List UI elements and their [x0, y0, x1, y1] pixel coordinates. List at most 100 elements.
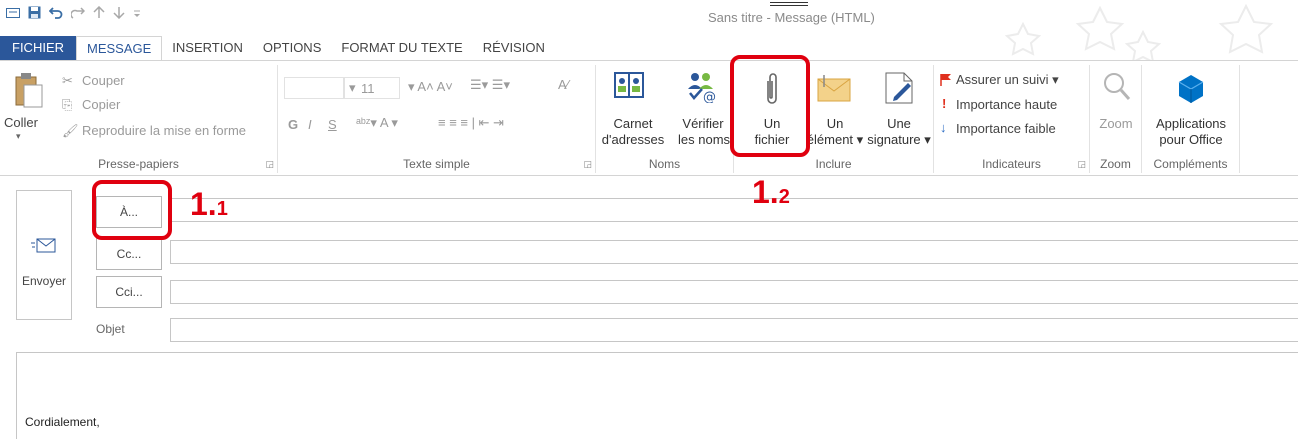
tags-group: Assurer un suivi ▾ ! Importance haute ↓ …	[934, 65, 1090, 173]
svg-text:@: @	[703, 90, 716, 103]
dialog-launcher-icon[interactable]: ◲	[265, 159, 274, 170]
bcc-field[interactable]	[170, 280, 1298, 304]
tags-group-label: Indicateurs	[982, 157, 1041, 171]
bold-button[interactable]: G	[288, 117, 298, 132]
body-signature: Cordialement,	[25, 415, 100, 429]
clipboard-group: Coller ▾ ✂ Couper ⎘ Copier 🖌 Reproduire …	[0, 65, 278, 173]
title-bar-grip	[770, 2, 808, 6]
cc-button[interactable]: Cc...	[96, 238, 162, 270]
clear-format-icon[interactable]: A⁄	[558, 77, 569, 92]
ribbon: Coller ▾ ✂ Couper ⎘ Copier 🖌 Reproduire …	[0, 55, 1298, 176]
copy-label: Copier	[82, 97, 121, 112]
include-group-label: Inclure	[815, 157, 852, 171]
send-label: Envoyer	[21, 274, 67, 288]
font-size-combobox[interactable]: ▾ 11	[344, 77, 400, 99]
check-names-icon: @	[688, 73, 716, 103]
cc-field[interactable]	[170, 240, 1298, 264]
quick-access-toolbar	[6, 5, 141, 23]
magnifier-icon	[1104, 73, 1131, 100]
up-icon[interactable]	[93, 5, 105, 23]
office-apps-button[interactable]: Applications pour Office	[1146, 67, 1236, 155]
undo-icon[interactable]	[48, 6, 63, 23]
dialog-launcher-icon[interactable]: ◲	[1077, 159, 1086, 170]
cut-label: Couper	[82, 73, 125, 88]
send-button[interactable]: Envoyer	[16, 190, 72, 320]
follow-up-label: Assurer un suivi ▾	[956, 72, 1059, 87]
redo-icon[interactable]	[70, 6, 86, 23]
italic-button[interactable]: I	[308, 117, 312, 132]
address-book-label-1: Carnet	[613, 116, 653, 131]
down-icon[interactable]	[113, 6, 125, 23]
signature-label-2: signature ▾	[867, 132, 931, 147]
zoom-group-label: Zoom	[1100, 157, 1131, 171]
attach-item-label-2: élément ▾	[806, 132, 864, 147]
tab-insertion[interactable]: INSERTION	[162, 36, 253, 61]
basic-text-group-label: Texte simple	[403, 157, 470, 171]
mail-icon[interactable]	[6, 7, 20, 23]
zoom-button-label: Zoom	[1099, 116, 1133, 131]
tab-message[interactable]: MESSAGE	[76, 36, 163, 61]
addins-group: Applications pour Office Compléments	[1142, 65, 1240, 173]
low-importance-label: Importance faible	[956, 121, 1056, 136]
annotation-box-to	[92, 180, 172, 240]
attach-item-label-1: Un	[826, 116, 844, 131]
tab-options[interactable]: OPTIONS	[253, 36, 332, 61]
copy-icon: ⎘	[62, 97, 73, 112]
annotation-box-attach-file	[730, 55, 810, 157]
annotation-step-main: 1.	[752, 174, 779, 210]
highlight-icon[interactable]: ᵃᵇᶻ▾ A ▾	[356, 115, 398, 131]
office-store-icon	[1178, 75, 1204, 103]
annotation-step-main: 1.	[190, 186, 217, 222]
chevron-down-icon: ▾	[16, 131, 21, 141]
title-bar: Sans titre - Message (HTML)	[0, 0, 1298, 60]
names-group-label: Noms	[648, 157, 681, 171]
tab-fichier[interactable]: FICHIER	[0, 36, 76, 61]
dialog-launcher-icon[interactable]: ◲	[583, 159, 592, 170]
bullets-icon[interactable]: ☰▾ ☰▾	[470, 77, 510, 93]
arrow-down-icon: ↓	[940, 120, 947, 135]
signature-button[interactable]: Une signature ▾	[866, 67, 932, 155]
attach-item-button[interactable]: Un élément ▾	[804, 67, 866, 155]
address-book-label-2: d'adresses	[601, 132, 665, 147]
bcc-button[interactable]: Cci...	[96, 276, 162, 308]
names-group: Carnet d'adresses @ Vérifier les noms No…	[596, 65, 734, 173]
annotation-step-1-1: 1.1	[190, 186, 228, 223]
save-icon[interactable]	[28, 6, 41, 23]
address-book-button[interactable]: Carnet d'adresses	[600, 67, 666, 155]
addins-group-label: Compléments	[1153, 157, 1228, 171]
check-names-button[interactable]: @ Vérifier les noms	[678, 67, 730, 155]
window-title: Sans titre - Message (HTML)	[708, 10, 875, 25]
send-mail-icon	[31, 238, 56, 253]
customize-icon[interactable]	[133, 6, 141, 23]
message-body[interactable]: Cordialement,	[16, 352, 1298, 439]
clipboard-group-label: Presse-papiers	[98, 157, 179, 171]
check-names-label-1: Vérifier	[682, 116, 724, 131]
tab-format-du-texte[interactable]: FORMAT DU TEXTE	[331, 36, 472, 61]
office-apps-label-1: Applications	[1155, 116, 1227, 131]
align-icon[interactable]: ≡ ≡ ≡ | ⇤ ⇥	[438, 115, 504, 131]
office-apps-label-2: pour Office	[1159, 132, 1223, 147]
signature-label-1: Une	[887, 116, 911, 131]
ribbon-tabs: FICHIER MESSAGE INSERTION OPTIONS FORMAT…	[0, 36, 1298, 61]
font-name-combobox[interactable]	[284, 77, 344, 99]
format-painter-label: Reproduire la mise en forme	[82, 123, 247, 138]
flag-icon	[940, 74, 951, 86]
annotation-step-sub: 2	[778, 186, 790, 208]
subject-field[interactable]	[170, 318, 1298, 342]
tab-revision[interactable]: RÉVISION	[473, 36, 555, 61]
paste-button[interactable]: Coller ▾	[4, 71, 46, 143]
scissors-icon: ✂	[62, 73, 73, 88]
signature-icon	[885, 72, 913, 104]
grow-font-icon[interactable]: ▾ A˄ A˅	[408, 79, 453, 95]
zoom-button[interactable]: Zoom	[1094, 67, 1138, 155]
brush-icon: 🖌	[62, 123, 79, 138]
to-field[interactable]	[170, 198, 1298, 222]
address-book-icon	[614, 72, 644, 98]
annotation-step-sub: 1	[216, 198, 228, 220]
envelope-icon	[817, 75, 851, 102]
annotation-step-1-2: 1.2	[752, 174, 790, 211]
subject-label: Objet	[96, 322, 125, 336]
font-size-value: 11	[361, 81, 375, 96]
underline-button[interactable]: S	[328, 117, 337, 132]
zoom-group: Zoom Zoom	[1090, 65, 1142, 173]
